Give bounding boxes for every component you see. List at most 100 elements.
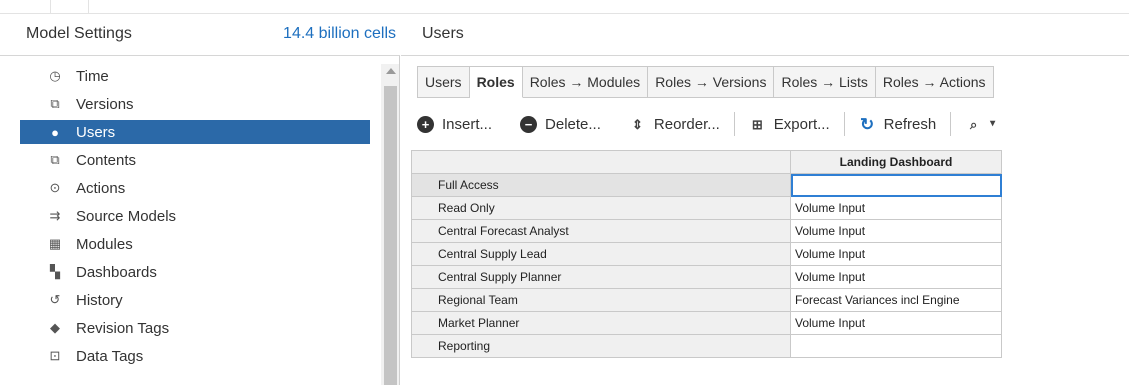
- tab-roles-actions[interactable]: Roles → Actions: [875, 66, 994, 98]
- row-header[interactable]: Read Only: [411, 196, 791, 220]
- reorder-label: Reorder...: [653, 115, 720, 133]
- tree-item-label: Dashboards: [76, 263, 157, 281]
- tree-item-users[interactable]: ● Users: [20, 120, 370, 144]
- tree-item-source-models[interactable]: ⇉ Source Models: [20, 204, 370, 228]
- tree-item-revision-tags[interactable]: ◆ Revision Tags: [20, 316, 370, 340]
- table-row: Regional Team Forecast Variances incl En…: [411, 288, 1002, 312]
- contents-icon: ⧉: [50, 152, 60, 167]
- row-header[interactable]: Regional Team: [411, 288, 791, 312]
- tab-roles-versions[interactable]: Roles → Versions: [648, 66, 775, 98]
- tag-icon: ◆: [50, 320, 60, 335]
- tree-item-label: Actions: [76, 179, 126, 197]
- reorder-icon: ⇕: [631, 116, 643, 132]
- tab-roles-lists[interactable]: Roles → Lists: [774, 66, 876, 98]
- export-button[interactable]: ⊞ Export...: [749, 116, 830, 133]
- minus-icon: −: [520, 115, 538, 133]
- grid-cell[interactable]: [790, 334, 1002, 358]
- cell-count[interactable]: 14.4 billion cells: [283, 25, 396, 43]
- insert-button[interactable]: + Insert...: [417, 115, 493, 133]
- refresh-label: Refresh: [883, 115, 937, 133]
- tab-users[interactable]: Users: [417, 66, 470, 98]
- grid-cell[interactable]: [790, 173, 1002, 197]
- reorder-button[interactable]: ⇕ Reorder...: [629, 116, 720, 133]
- tree-item-actions[interactable]: ⊙ Actions: [20, 176, 370, 200]
- tree-item-versions[interactable]: ⧉ Versions: [20, 92, 370, 116]
- tree-item-time[interactable]: ◷ Time: [20, 64, 370, 88]
- versions-icon: ⧉: [50, 96, 60, 111]
- grid-cell[interactable]: Volume Input: [790, 219, 1002, 243]
- tree-item-dashboards[interactable]: ▚ Dashboards: [20, 260, 370, 284]
- tree-item-contents[interactable]: ⧉ Contents: [20, 148, 370, 172]
- row-header[interactable]: Central Forecast Analyst: [411, 219, 791, 243]
- clock-icon: ◷: [49, 68, 61, 83]
- model-settings-title: Model Settings: [26, 25, 132, 42]
- table-row: Central Forecast Analyst Volume Input: [411, 219, 1002, 243]
- tree-item-label: Users: [76, 123, 116, 141]
- model-settings-header: Model Settings 14.4 billion cells: [0, 14, 400, 56]
- grid-cell[interactable]: Volume Input: [790, 242, 1002, 266]
- delete-label: Delete...: [545, 115, 601, 133]
- user-icon: ●: [51, 124, 59, 140]
- delete-button[interactable]: − Delete...: [520, 115, 601, 133]
- tree-item-data-tags[interactable]: ⊡ Data Tags: [20, 344, 370, 368]
- tab-roles[interactable]: Roles: [469, 66, 523, 98]
- grid-cell[interactable]: Volume Input: [790, 196, 1002, 220]
- table-row: Full Access: [411, 173, 1002, 197]
- tab-roles-modules[interactable]: Roles → Modules: [522, 66, 649, 98]
- row-header[interactable]: Reporting: [411, 334, 791, 358]
- users-header: Users: [401, 14, 1129, 56]
- table-row: Reporting: [411, 334, 1002, 358]
- toolbar-divider: [843, 112, 845, 136]
- tree-item-label: Modules: [76, 235, 133, 253]
- scroll-thumb[interactable]: [384, 86, 397, 385]
- toolbar-divider: [950, 112, 952, 136]
- insert-label: Insert...: [442, 115, 493, 133]
- plus-icon: +: [417, 115, 434, 133]
- table-row: Read Only Volume Input: [411, 196, 1002, 220]
- row-header[interactable]: Central Supply Lead: [411, 242, 791, 266]
- tree-item-label: Revision Tags: [76, 319, 170, 337]
- model-settings-panel: Model Settings 14.4 billion cells ◷ Time…: [0, 14, 400, 385]
- table-row: Central Supply Lead Volume Input: [411, 242, 1002, 266]
- tree-item-label: Time: [76, 67, 109, 85]
- page-title: Users: [422, 25, 464, 42]
- tree-item-label: History: [76, 291, 123, 309]
- export-icon: ⊞: [751, 116, 763, 132]
- search-button[interactable]: ⌕ ▾: [965, 116, 1009, 133]
- tree-item-label: Data Tags: [76, 347, 144, 365]
- actions-icon: ⊙: [49, 180, 61, 195]
- table-row: Central Supply Planner Volume Input: [411, 265, 1002, 289]
- tree-item-history[interactable]: ↺ History: [20, 288, 370, 312]
- refresh-button[interactable]: ↻ Refresh: [859, 115, 937, 133]
- source-models-icon: ⇉: [49, 208, 61, 223]
- grid-header-row: Landing Dashboard: [411, 150, 1002, 174]
- grid-cell[interactable]: Volume Input: [790, 265, 1002, 289]
- roles-grid: Landing Dashboard Full Access Read Only …: [411, 150, 1002, 358]
- search-icon: ⌕: [970, 116, 978, 132]
- users-panel: Users Users Roles Roles → Modules Roles …: [401, 14, 1129, 385]
- tab-bar: Users Roles Roles → Modules Roles → Vers…: [417, 66, 994, 98]
- row-header[interactable]: Full Access: [411, 173, 791, 197]
- scroll-up-icon[interactable]: [386, 68, 396, 74]
- tree-item-label: Source Models: [76, 207, 177, 225]
- toolbar-divider: [733, 112, 735, 136]
- tree-item-modules[interactable]: ▦ Modules: [20, 232, 370, 256]
- tree-scrollbar[interactable]: [381, 64, 399, 385]
- toolbar: + Insert... − Delete... ⇕ Reorder... ⊞ E…: [417, 106, 1037, 142]
- tree-item-label: Versions: [76, 95, 134, 113]
- history-icon: ↺: [49, 292, 61, 307]
- tree-item-label: Contents: [76, 151, 137, 169]
- modules-icon: ▦: [48, 236, 62, 251]
- export-label: Export...: [773, 115, 830, 133]
- dashboards-icon: ▚: [50, 264, 60, 279]
- data-tags-icon: ⊡: [49, 348, 61, 363]
- row-header[interactable]: Market Planner: [411, 311, 791, 335]
- grid-cell[interactable]: Volume Input: [790, 311, 1002, 335]
- column-header[interactable]: Landing Dashboard: [790, 150, 1002, 174]
- grid-corner: [411, 150, 791, 174]
- top-strip: [0, 0, 1129, 14]
- table-row: Market Planner Volume Input: [411, 311, 1002, 335]
- row-header[interactable]: Central Supply Planner: [411, 265, 791, 289]
- grid-cell[interactable]: Forecast Variances incl Engine: [790, 288, 1002, 312]
- chevron-down-icon: ▾: [990, 118, 996, 129]
